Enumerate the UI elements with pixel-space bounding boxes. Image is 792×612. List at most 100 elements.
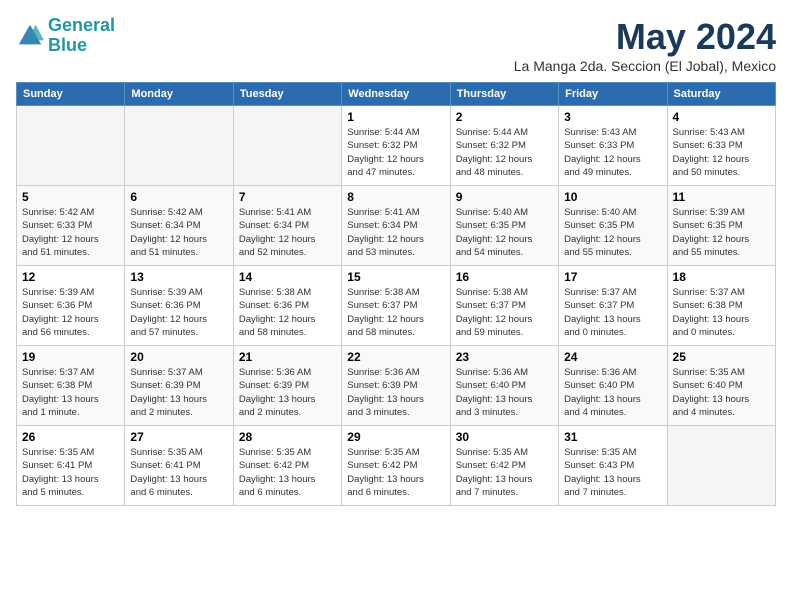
- calendar-cell: [125, 106, 233, 186]
- day-number: 13: [130, 270, 227, 284]
- calendar-cell: 20 Sunrise: 5:37 AM Sunset: 6:39 PM Dayli…: [125, 346, 233, 426]
- day-number: 27: [130, 430, 227, 444]
- day-number: 9: [456, 190, 553, 204]
- calendar-cell: 22 Sunrise: 5:36 AM Sunset: 6:39 PM Dayli…: [342, 346, 450, 426]
- day-number: 12: [22, 270, 119, 284]
- week-row-2: 5Sunrise: 5:42 AM Sunset: 6:33 PM Daylig…: [17, 186, 776, 266]
- day-number: 30: [456, 430, 553, 444]
- column-header-saturday: Saturday: [667, 83, 775, 106]
- calendar-cell: 16Sunrise: 5:38 AM Sunset: 6:37 PM Dayli…: [450, 266, 558, 346]
- day-info: Sunrise: 5:38 AM Sunset: 6:36 PM Dayligh…: [239, 286, 336, 339]
- calendar-cell: 9 Sunrise: 5:40 AM Sunset: 6:35 PM Daylig…: [450, 186, 558, 266]
- day-info: Sunrise: 5:41 AM Sunset: 6:34 PM Dayligh…: [239, 206, 336, 259]
- column-header-friday: Friday: [559, 83, 667, 106]
- day-info: Sunrise: 5:35 AM Sunset: 6:41 PM Dayligh…: [130, 446, 227, 499]
- calendar-cell: 25 Sunrise: 5:35 AM Sunset: 6:40 PM Dayli…: [667, 346, 775, 426]
- calendar-cell: 18 Sunrise: 5:37 AM Sunset: 6:38 PM Dayli…: [667, 266, 775, 346]
- day-info: Sunrise: 5:43 AM Sunset: 6:33 PM Dayligh…: [564, 126, 661, 179]
- day-number: 11: [673, 190, 770, 204]
- calendar-cell: 8 Sunrise: 5:41 AM Sunset: 6:34 PM Daylig…: [342, 186, 450, 266]
- day-info: Sunrise: 5:39 AM Sunset: 6:35 PM Dayligh…: [673, 206, 770, 259]
- title-block: May 2024 La Manga 2da. Seccion (El Jobal…: [514, 16, 776, 74]
- calendar-body: 1Sunrise: 5:44 AM Sunset: 6:32 PM Daylig…: [17, 106, 776, 506]
- column-header-wednesday: Wednesday: [342, 83, 450, 106]
- day-info: Sunrise: 5:35 AM Sunset: 6:42 PM Dayligh…: [347, 446, 444, 499]
- calendar-cell: 15 Sunrise: 5:38 AM Sunset: 6:37 PM Dayli…: [342, 266, 450, 346]
- calendar-cell: 10 Sunrise: 5:40 AM Sunset: 6:35 PM Dayli…: [559, 186, 667, 266]
- calendar-cell: 3 Sunrise: 5:43 AM Sunset: 6:33 PM Daylig…: [559, 106, 667, 186]
- day-number: 14: [239, 270, 336, 284]
- day-number: 17: [564, 270, 661, 284]
- page-header: General Blue May 2024 La Manga 2da. Secc…: [16, 16, 776, 74]
- month-title: May 2024: [514, 16, 776, 58]
- day-info: Sunrise: 5:36 AM Sunset: 6:39 PM Dayligh…: [347, 366, 444, 419]
- calendar-cell: [17, 106, 125, 186]
- calendar-cell: [667, 426, 775, 506]
- column-header-thursday: Thursday: [450, 83, 558, 106]
- calendar-cell: 17Sunrise: 5:37 AM Sunset: 6:37 PM Dayli…: [559, 266, 667, 346]
- calendar-cell: 11 Sunrise: 5:39 AM Sunset: 6:35 PM Dayli…: [667, 186, 775, 266]
- calendar-cell: 1Sunrise: 5:44 AM Sunset: 6:32 PM Daylig…: [342, 106, 450, 186]
- logo-icon: [16, 22, 44, 50]
- calendar-cell: 6Sunrise: 5:42 AM Sunset: 6:34 PM Daylig…: [125, 186, 233, 266]
- day-number: 18: [673, 270, 770, 284]
- week-row-5: 26 Sunrise: 5:35 AM Sunset: 6:41 PM Dayli…: [17, 426, 776, 506]
- day-info: Sunrise: 5:43 AM Sunset: 6:33 PM Dayligh…: [673, 126, 770, 179]
- day-number: 23: [456, 350, 553, 364]
- day-info: Sunrise: 5:36 AM Sunset: 6:40 PM Dayligh…: [564, 366, 661, 419]
- week-row-3: 12 Sunrise: 5:39 AM Sunset: 6:36 PM Dayli…: [17, 266, 776, 346]
- calendar-cell: [233, 106, 341, 186]
- day-info: Sunrise: 5:40 AM Sunset: 6:35 PM Dayligh…: [564, 206, 661, 259]
- day-info: Sunrise: 5:35 AM Sunset: 6:42 PM Dayligh…: [456, 446, 553, 499]
- day-info: Sunrise: 5:35 AM Sunset: 6:40 PM Dayligh…: [673, 366, 770, 419]
- day-number: 19: [22, 350, 119, 364]
- day-number: 15: [347, 270, 444, 284]
- calendar-cell: 2Sunrise: 5:44 AM Sunset: 6:32 PM Daylig…: [450, 106, 558, 186]
- day-info: Sunrise: 5:36 AM Sunset: 6:39 PM Dayligh…: [239, 366, 336, 419]
- day-info: Sunrise: 5:37 AM Sunset: 6:38 PM Dayligh…: [22, 366, 119, 419]
- day-info: Sunrise: 5:39 AM Sunset: 6:36 PM Dayligh…: [130, 286, 227, 339]
- calendar-cell: 7 Sunrise: 5:41 AM Sunset: 6:34 PM Daylig…: [233, 186, 341, 266]
- day-number: 4: [673, 110, 770, 124]
- calendar-table: SundayMondayTuesdayWednesdayThursdayFrid…: [16, 82, 776, 506]
- day-info: Sunrise: 5:35 AM Sunset: 6:42 PM Dayligh…: [239, 446, 336, 499]
- day-info: Sunrise: 5:35 AM Sunset: 6:41 PM Dayligh…: [22, 446, 119, 499]
- day-number: 10: [564, 190, 661, 204]
- day-info: Sunrise: 5:37 AM Sunset: 6:38 PM Dayligh…: [673, 286, 770, 339]
- calendar-cell: 5Sunrise: 5:42 AM Sunset: 6:33 PM Daylig…: [17, 186, 125, 266]
- day-info: Sunrise: 5:39 AM Sunset: 6:36 PM Dayligh…: [22, 286, 119, 339]
- day-info: Sunrise: 5:38 AM Sunset: 6:37 PM Dayligh…: [347, 286, 444, 339]
- calendar-cell: 31 Sunrise: 5:35 AM Sunset: 6:43 PM Dayli…: [559, 426, 667, 506]
- day-info: Sunrise: 5:35 AM Sunset: 6:43 PM Dayligh…: [564, 446, 661, 499]
- day-number: 26: [22, 430, 119, 444]
- calendar-cell: 24 Sunrise: 5:36 AM Sunset: 6:40 PM Dayli…: [559, 346, 667, 426]
- day-number: 3: [564, 110, 661, 124]
- day-info: Sunrise: 5:41 AM Sunset: 6:34 PM Dayligh…: [347, 206, 444, 259]
- column-header-tuesday: Tuesday: [233, 83, 341, 106]
- day-number: 16: [456, 270, 553, 284]
- calendar-cell: 4 Sunrise: 5:43 AM Sunset: 6:33 PM Daylig…: [667, 106, 775, 186]
- day-number: 31: [564, 430, 661, 444]
- day-number: 24: [564, 350, 661, 364]
- calendar-cell: 21Sunrise: 5:36 AM Sunset: 6:39 PM Dayli…: [233, 346, 341, 426]
- calendar-cell: 12 Sunrise: 5:39 AM Sunset: 6:36 PM Dayli…: [17, 266, 125, 346]
- day-info: Sunrise: 5:44 AM Sunset: 6:32 PM Dayligh…: [347, 126, 444, 179]
- day-number: 8: [347, 190, 444, 204]
- column-header-monday: Monday: [125, 83, 233, 106]
- day-info: Sunrise: 5:42 AM Sunset: 6:34 PM Dayligh…: [130, 206, 227, 259]
- day-number: 22: [347, 350, 444, 364]
- day-number: 7: [239, 190, 336, 204]
- day-info: Sunrise: 5:37 AM Sunset: 6:39 PM Dayligh…: [130, 366, 227, 419]
- day-number: 28: [239, 430, 336, 444]
- logo: General Blue: [16, 16, 115, 56]
- week-row-4: 19 Sunrise: 5:37 AM Sunset: 6:38 PM Dayli…: [17, 346, 776, 426]
- calendar-cell: 27 Sunrise: 5:35 AM Sunset: 6:41 PM Dayli…: [125, 426, 233, 506]
- week-row-1: 1Sunrise: 5:44 AM Sunset: 6:32 PM Daylig…: [17, 106, 776, 186]
- day-number: 2: [456, 110, 553, 124]
- calendar-cell: 23Sunrise: 5:36 AM Sunset: 6:40 PM Dayli…: [450, 346, 558, 426]
- day-number: 20: [130, 350, 227, 364]
- calendar-cell: 30 Sunrise: 5:35 AM Sunset: 6:42 PM Dayli…: [450, 426, 558, 506]
- day-info: Sunrise: 5:40 AM Sunset: 6:35 PM Dayligh…: [456, 206, 553, 259]
- calendar-cell: 28 Sunrise: 5:35 AM Sunset: 6:42 PM Dayli…: [233, 426, 341, 506]
- day-number: 25: [673, 350, 770, 364]
